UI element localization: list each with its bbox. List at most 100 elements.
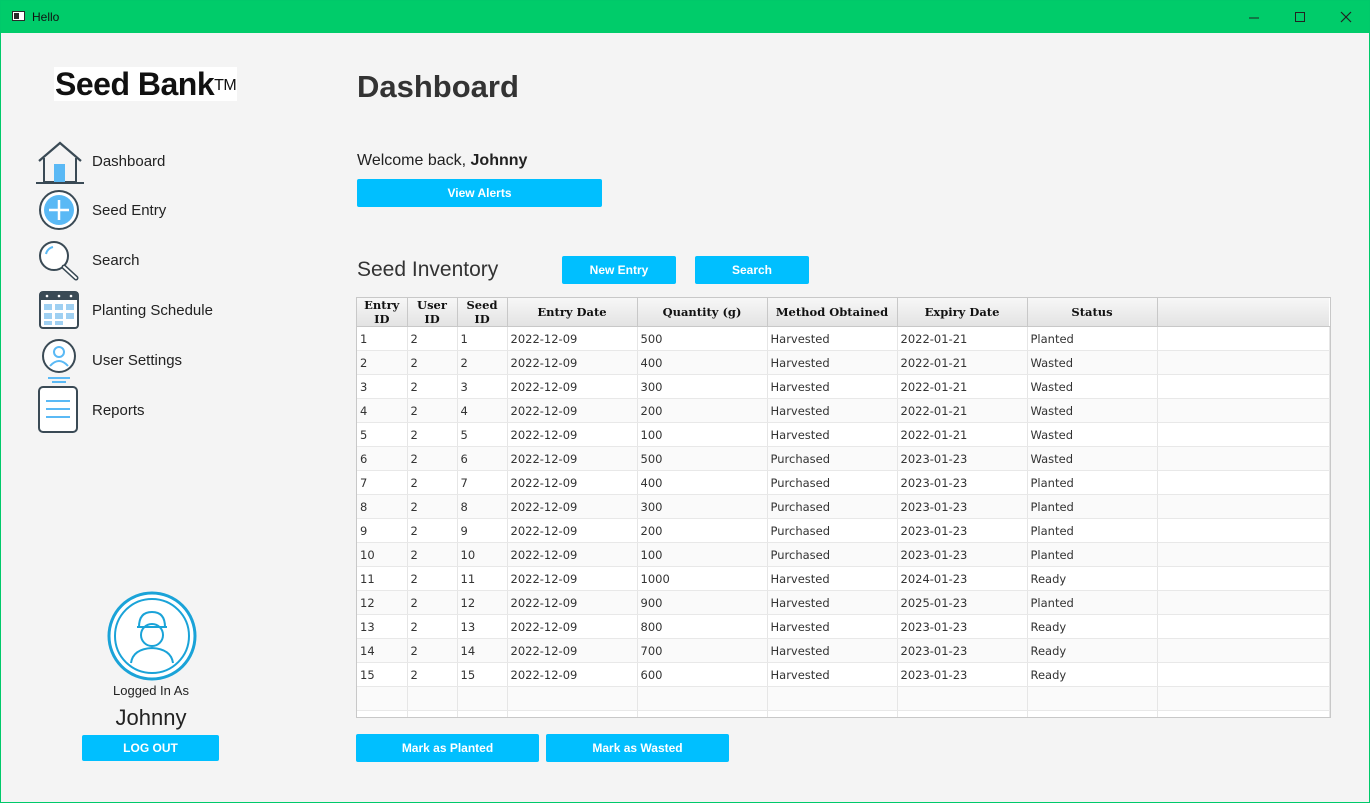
table-row[interactable]: 9 2 9 2022-12-09 200 Purchased 2023-01-23 Plant… [357, 518, 1330, 543]
table-row-empty [357, 710, 1330, 717]
inventory-table[interactable]: Entry ID User ID Seed ID Entry Date Quantity… [356, 297, 1331, 718]
user-name: Johnny [115, 705, 187, 730]
sidebar-item-search[interactable]: Search [36, 238, 276, 284]
table-cell: Ready [1027, 662, 1158, 687]
table-cell: 2023-01-23 [897, 518, 1028, 543]
column-header[interactable]: Method Obtained [767, 298, 898, 327]
table-cell: 2022-01-21 [897, 398, 1028, 423]
table-cell: 2022-12-09 [507, 518, 638, 543]
table-row[interactable]: 4 2 4 2022-12-09 200 Harvested 2022-01-21 Waste… [357, 398, 1330, 423]
sidebar-item-planting-schedule[interactable]: Planting Schedule [36, 288, 276, 334]
table-cell: Planted [1027, 326, 1158, 351]
table-cell: 2 [407, 470, 458, 495]
table-cell-empty [637, 686, 768, 711]
table-cell: 2 [407, 614, 458, 639]
table-cell: Purchased [767, 494, 898, 519]
logout-button[interactable]: LOG OUT [82, 735, 219, 761]
table-cell: 2 [407, 350, 458, 375]
table-row[interactable]: 1 2 1 2022-12-09 500 Harvested 2022-01-21 Plant… [357, 326, 1330, 351]
table-cell: 2 [407, 638, 458, 663]
sidebar-item-label: Seed Entry [92, 202, 167, 219]
table-cell: 2022-01-21 [897, 422, 1028, 447]
table-cell: 7 [457, 470, 508, 495]
sidebar-item-label: Planting Schedule [92, 302, 213, 319]
column-header[interactable]: Seed ID [457, 298, 508, 327]
table-cell: 200 [637, 398, 768, 423]
table-cell-empty [507, 686, 638, 711]
table-row[interactable]: 12 2 12 2022-12-09 900 Harvested 2025-01-23 Pla… [357, 590, 1330, 615]
table-row[interactable]: 14 2 14 2022-12-09 700 Harvested 2023-01-23 Rea… [357, 638, 1330, 663]
column-header[interactable]: Entry Date [507, 298, 638, 327]
table-row[interactable]: 15 2 15 2022-12-09 600 Harvested 2023-01-23 Rea… [357, 662, 1330, 687]
table-cell: 2022-01-21 [897, 350, 1028, 375]
table-row[interactable]: 11 2 11 2022-12-09 1000 Harvested 2024-01-23 Re… [357, 566, 1330, 591]
sidebar-item-reports[interactable]: Reports [36, 386, 276, 433]
table-cell: Purchased [767, 518, 898, 543]
column-header-filler [1157, 298, 1329, 327]
table-cell: 2023-01-23 [897, 446, 1028, 471]
table-cell: 1000 [637, 566, 768, 591]
column-header[interactable]: Expiry Date [897, 298, 1028, 327]
table-cell: 15 [357, 662, 408, 687]
table-cell: 2022-12-09 [507, 494, 638, 519]
table-cell: 100 [637, 422, 768, 447]
view-alerts-button[interactable]: View Alerts [357, 179, 602, 207]
sidebar-item-label: User Settings [92, 352, 183, 369]
mark-wasted-button[interactable]: Mark as Wasted [546, 734, 729, 762]
table-row[interactable]: 8 2 8 2022-12-09 300 Purchased 2023-01-23 Plant… [357, 494, 1330, 519]
trademark-mark: TM [214, 77, 237, 94]
table-cell: 12 [457, 590, 508, 615]
close-button[interactable] [1323, 1, 1369, 33]
table-cell-filler [1157, 350, 1330, 375]
sidebar-item-seed-entry[interactable]: Seed Entry [36, 188, 276, 234]
table-cell: Wasted [1027, 422, 1158, 447]
table-cell: 4 [357, 398, 408, 423]
sidebar-item-user-settings[interactable]: User Settings [36, 338, 276, 384]
table-cell: 2022-12-09 [507, 590, 638, 615]
table-cell: 1 [357, 326, 408, 351]
maximize-icon [1295, 12, 1305, 22]
table-row[interactable]: 5 2 5 2022-12-09 100 Harvested 2022-01-21 Waste… [357, 422, 1330, 447]
table-cell-filler [1157, 470, 1330, 495]
table-cell: 700 [637, 638, 768, 663]
table-cell: 500 [637, 326, 768, 351]
window-title: Hello [32, 10, 60, 24]
table-row[interactable]: 7 2 7 2022-12-09 400 Purchased 2023-01-23 Plant… [357, 470, 1330, 495]
minimize-icon [1249, 17, 1259, 19]
app-icon [12, 11, 25, 21]
maximize-button[interactable] [1277, 1, 1323, 33]
table-cell-empty [767, 686, 898, 711]
sidebar-item-label: Search [92, 252, 140, 269]
table-cell-filler [1157, 662, 1330, 687]
table-cell-filler [1157, 494, 1330, 519]
table-row[interactable]: 13 2 13 2022-12-09 800 Harvested 2023-01-23 Rea… [357, 614, 1330, 639]
new-entry-button[interactable]: New Entry [562, 256, 676, 284]
column-header[interactable]: User ID [407, 298, 458, 327]
table-row-empty [357, 686, 1330, 711]
table-cell: Planted [1027, 470, 1158, 495]
table-row[interactable]: 10 2 10 2022-12-09 100 Purchased 2023-01-23 Pla… [357, 542, 1330, 567]
table-cell: 2022-12-09 [507, 614, 638, 639]
table-cell-empty [897, 686, 1028, 711]
table-row[interactable]: 6 2 6 2022-12-09 500 Purchased 2023-01-23 Waste… [357, 446, 1330, 471]
table-cell: 3 [457, 374, 508, 399]
table-row[interactable]: 3 2 3 2022-12-09 300 Harvested 2022-01-21 Waste… [357, 374, 1330, 399]
table-cell: 2023-01-23 [897, 494, 1028, 519]
table-cell: Ready [1027, 638, 1158, 663]
welcome-name: Johnny [470, 152, 528, 169]
table-cell: 6 [457, 446, 508, 471]
mark-planted-button[interactable]: Mark as Planted [356, 734, 539, 762]
sidebar-item-dashboard[interactable]: Dashboard [36, 139, 276, 185]
title-bar[interactable]: Hello [1, 1, 1369, 33]
minimize-button[interactable] [1231, 1, 1277, 33]
column-header[interactable]: Quantity (g) [637, 298, 768, 327]
table-cell-empty [457, 686, 508, 711]
search-button[interactable]: Search [695, 256, 809, 284]
table-cell: Planted [1027, 590, 1158, 615]
column-header[interactable]: Status [1027, 298, 1158, 327]
table-cell: Harvested [767, 590, 898, 615]
column-header[interactable]: Entry ID [357, 298, 408, 327]
table-header-row: Entry ID User ID Seed ID Entry Date Quantity… [357, 298, 1329, 327]
table-row[interactable]: 2 2 2 2022-12-09 400 Harvested 2022-01-21 Waste… [357, 350, 1330, 375]
table-cell: 2 [407, 446, 458, 471]
